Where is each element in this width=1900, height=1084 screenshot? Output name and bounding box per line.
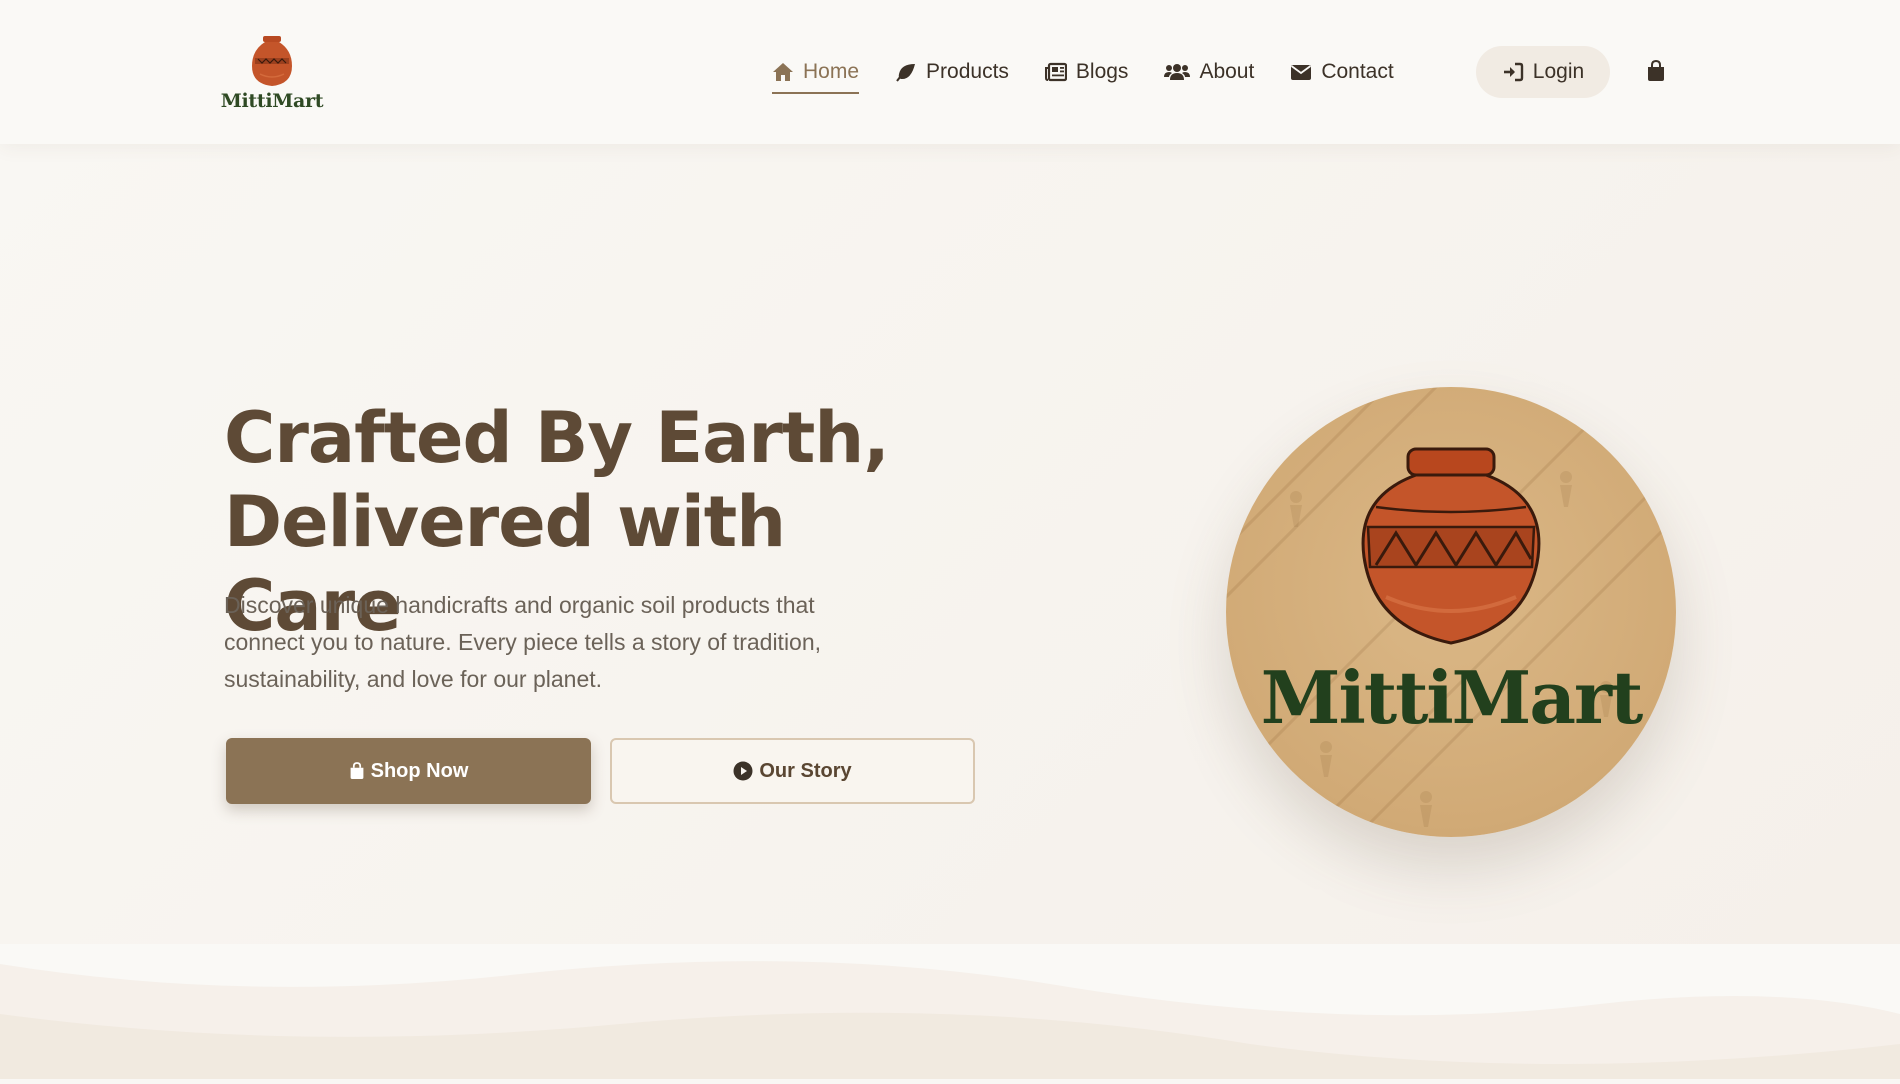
our-story-label: Our Story [759,759,852,782]
shop-now-button[interactable]: Shop Now [226,738,591,804]
sign-in-icon [1502,62,1524,82]
site-logo[interactable]: MittiMart [220,34,324,114]
pot-illustration-icon [1226,387,1676,837]
nav-products-label: Products [926,60,1009,83]
shopping-bag-icon [1646,59,1666,86]
nav-about-label: About [1199,60,1255,83]
nav-blogs-label: Blogs [1075,60,1129,83]
main-nav: Home Products Blogs About Contact [772,50,1430,94]
login-label: Login [1532,60,1585,83]
hero-logo-image: MittiMart [1226,387,1676,837]
hero-section: Crafted By Earth, Delivered with Care Di… [0,144,1900,944]
home-icon [772,62,794,82]
our-story-button[interactable]: Our Story [610,738,975,804]
shopping-bag-icon [349,762,365,780]
hero-title-line1: Crafted By Earth, [224,397,890,479]
nav-contact[interactable]: Contact [1290,50,1394,94]
pot-logo-icon [252,36,292,86]
leaf-icon [895,62,917,82]
logo-wordmark: MittiMart [220,90,324,112]
nav-home-label: Home [803,60,860,83]
envelope-icon [1290,63,1312,81]
nav-home[interactable]: Home [772,50,860,94]
nav-about[interactable]: About [1164,50,1254,94]
hero-logo-wordmark: MittiMart [1260,655,1643,740]
wave-divider [0,944,1900,1079]
shop-now-label: Shop Now [370,759,469,782]
wave-decoration [0,961,1900,1079]
newspaper-icon [1044,62,1067,82]
cart-button[interactable] [1646,59,1668,82]
login-button[interactable]: Login [1476,46,1610,98]
nav-contact-label: Contact [1321,60,1394,83]
play-circle-icon [733,761,753,781]
navbar: MittiMart Home Products Blogs About Cont… [0,0,1900,144]
users-icon [1164,62,1191,82]
nav-blogs[interactable]: Blogs [1044,50,1129,94]
nav-products[interactable]: Products [895,50,1009,94]
hero-description: Discover unique handicrafts and organic … [224,592,822,692]
